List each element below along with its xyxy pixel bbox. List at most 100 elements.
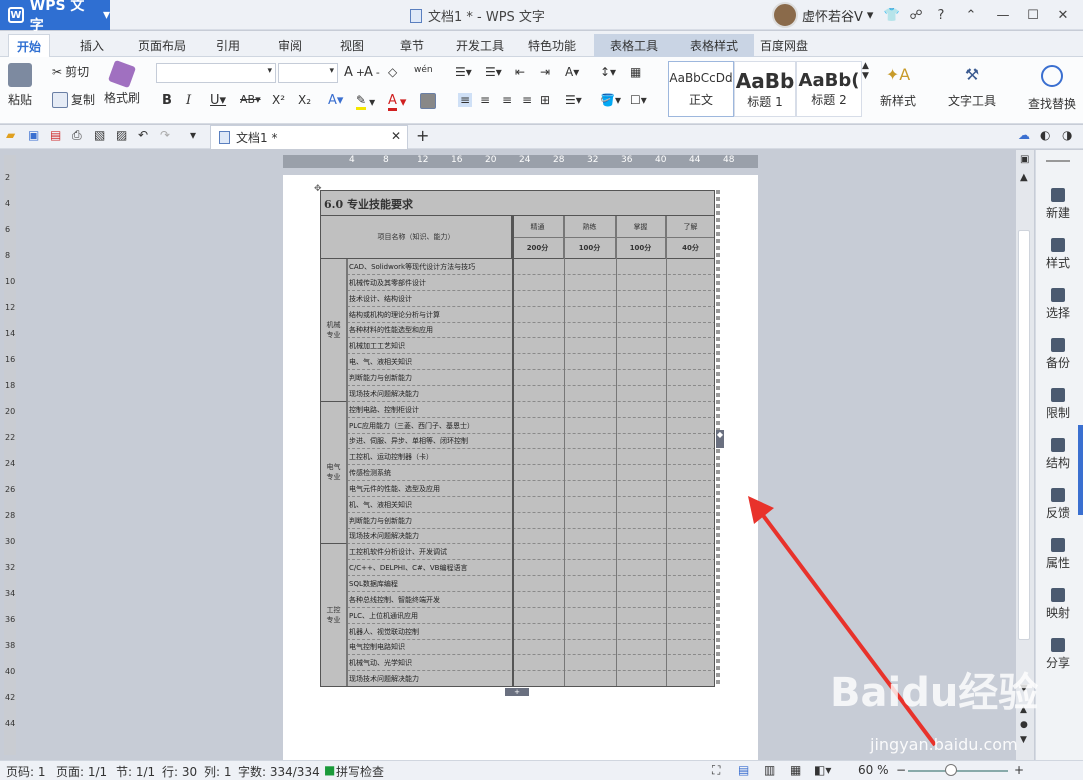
- sidebar-item-select[interactable]: 选择: [1036, 288, 1080, 321]
- print-icon[interactable]: ⎙: [72, 128, 82, 143]
- table-row[interactable]: 各种材料的性能选型和应用: [347, 322, 714, 339]
- table-row[interactable]: 步进、伺服、异步、单相等、闭环控制: [347, 433, 714, 450]
- scroll-thumb[interactable]: [1018, 230, 1030, 640]
- table-row[interactable]: 结构或机构的理论分析与计算: [347, 307, 714, 323]
- print-preview-icon[interactable]: ▧: [94, 128, 105, 142]
- clear-format-icon[interactable]: ◇: [388, 65, 397, 79]
- table-row[interactable]: 现场技术问题解决能力: [347, 671, 714, 686]
- close-icon[interactable]: ✕: [391, 129, 401, 143]
- table-row[interactable]: 工控机、运动控制器（卡）: [347, 449, 714, 466]
- more-icon[interactable]: ◑: [1062, 128, 1072, 142]
- table-row[interactable]: 技术设计、结构设计: [347, 291, 714, 307]
- style-heading-1[interactable]: AaBb 标题 1: [734, 61, 796, 117]
- align-center-button[interactable]: ≡: [480, 93, 490, 107]
- align-right-button[interactable]: ≡: [502, 93, 512, 107]
- next-page-icon[interactable]: ▼: [1020, 735, 1027, 745]
- preview-icon[interactable]: ▨: [116, 128, 127, 142]
- table-row[interactable]: 电气控制电路知识: [347, 639, 714, 656]
- format-painter-button[interactable]: 格式刷: [104, 59, 140, 106]
- table-row[interactable]: 机器人、视觉联动控制: [347, 624, 714, 640]
- char-scale-button[interactable]: A▾: [565, 65, 579, 79]
- page-view-icon[interactable]: ▤: [738, 763, 749, 777]
- phonetic-icon[interactable]: wén: [414, 65, 433, 75]
- table-row[interactable]: PLC、上位机通讯应用: [347, 608, 714, 624]
- tab-review[interactable]: 审阅: [270, 34, 310, 57]
- underline-button[interactable]: U▾: [210, 93, 226, 108]
- table-row[interactable]: 各种总线控制、智能终端开发: [347, 592, 714, 608]
- find-replace-button[interactable]: 查找替换: [1028, 65, 1076, 112]
- table-row[interactable]: 现场技术问题解决能力: [347, 528, 714, 545]
- zoom-level[interactable]: 60 %: [858, 763, 889, 777]
- sidebar-item-map[interactable]: 映射: [1036, 588, 1080, 621]
- zoom-slider-knob[interactable]: [945, 764, 957, 776]
- wps-menu-button[interactable]: W WPS 文字 ▾: [0, 0, 110, 34]
- status-word-count[interactable]: 字数: 334/334: [238, 763, 320, 780]
- sidebar-item-restrict[interactable]: 限制: [1036, 388, 1080, 421]
- table-row[interactable]: 判断能力与创新能力: [347, 370, 714, 386]
- table-row[interactable]: 判断能力与创新能力: [347, 513, 714, 529]
- table-row[interactable]: CAD、Solidwork等现代设计方法与技巧: [347, 259, 714, 275]
- table-row[interactable]: C/C++、DELPHI、C#、VB编程语言: [347, 560, 714, 577]
- zoom-in-icon[interactable]: +: [1014, 763, 1024, 777]
- help-button[interactable]: ?: [930, 4, 952, 26]
- table-row[interactable]: 机械传动及其零部件设计: [347, 275, 714, 291]
- style-scroll[interactable]: ▲ ▼: [862, 61, 869, 81]
- save-icon[interactable]: ▣: [28, 128, 39, 142]
- tab-developer[interactable]: 开发工具: [448, 34, 512, 57]
- tab-layout[interactable]: 页面布局: [130, 34, 194, 57]
- add-row-handle[interactable]: +: [505, 688, 529, 696]
- table-row[interactable]: 传感检测系统: [347, 465, 714, 482]
- grow-font-button[interactable]: A +: [344, 65, 365, 80]
- split-view-icon[interactable]: ▣: [1020, 154, 1029, 165]
- table-row[interactable]: 现场技术问题解决能力: [347, 386, 714, 402]
- skills-table[interactable]: 6.0 专业技能要求 项目名称（知识、能力） 精通 200分 熟练 100分 掌握 100…: [320, 190, 715, 687]
- outline-view-icon[interactable]: ▥: [764, 763, 775, 777]
- undo-icon[interactable]: ↶: [138, 128, 148, 142]
- tab-table-style[interactable]: 表格样式: [674, 34, 754, 57]
- paragraph-shading-button[interactable]: 🪣▾: [600, 93, 621, 107]
- tab-references[interactable]: 引用: [208, 34, 248, 57]
- minimize-button[interactable]: —: [992, 4, 1014, 26]
- line-spacing-button[interactable]: ☰▾: [565, 93, 582, 107]
- scroll-up-icon[interactable]: ▲: [1020, 172, 1028, 183]
- style-heading-2[interactable]: AaBb( 标题 2: [796, 61, 862, 117]
- status-page[interactable]: 页码: 1: [6, 763, 46, 780]
- cut-button[interactable]: ✂ 剪切: [52, 63, 89, 80]
- table-row[interactable]: SQL数据库编程: [347, 576, 714, 592]
- tab-view[interactable]: 视图: [332, 34, 372, 57]
- table-row[interactable]: 控制电路、控制柜设计: [347, 402, 714, 418]
- font-color-button[interactable]: A ▾: [388, 93, 406, 111]
- table-row[interactable]: 电、气、液相关知识: [347, 354, 714, 371]
- zoom-slider[interactable]: [908, 770, 1008, 772]
- sort-button[interactable]: ↕▾: [600, 65, 616, 79]
- sidebar-item-style[interactable]: 样式: [1036, 238, 1080, 271]
- text-effect-button[interactable]: A▾: [328, 93, 343, 108]
- border-button[interactable]: ☐▾: [630, 93, 647, 107]
- tab-baidu-disk[interactable]: 百度网盘: [752, 34, 816, 57]
- table-resize-handle[interactable]: ◆: [716, 430, 724, 448]
- sidebar-item-properties[interactable]: 属性: [1036, 538, 1080, 571]
- table-grid-icon[interactable]: ▦: [630, 65, 641, 79]
- shrink-font-button[interactable]: A-: [364, 65, 380, 80]
- open-folder-icon[interactable]: ▰: [6, 128, 15, 142]
- redo-icon[interactable]: ↷: [160, 128, 170, 142]
- tab-features[interactable]: 特色功能: [520, 34, 584, 57]
- outdent-button[interactable]: ⇤: [515, 65, 525, 79]
- justify-button[interactable]: ≡: [522, 93, 532, 107]
- char-shading-button[interactable]: [420, 93, 436, 109]
- sidebar-item-new[interactable]: 新建: [1036, 188, 1080, 221]
- cloud-icon[interactable]: ☁: [1018, 128, 1030, 142]
- tab-chapter[interactable]: 章节: [392, 34, 432, 57]
- tab-home[interactable]: 开始: [8, 34, 51, 58]
- table-row[interactable]: PLC应用能力（三菱、西门子、基恩士）: [347, 418, 714, 434]
- web-view-icon[interactable]: ▦: [790, 763, 801, 777]
- distribute-button[interactable]: ⊞: [540, 93, 550, 107]
- skin-icon[interactable]: 👕: [881, 4, 903, 26]
- indent-button[interactable]: ⇥: [540, 65, 550, 79]
- spell-check-label[interactable]: 拼写检查: [336, 763, 384, 780]
- bullets-button[interactable]: ☰▾: [455, 65, 472, 79]
- table-row[interactable]: 机械加工工艺知识: [347, 338, 714, 355]
- sidebar-grip-icon[interactable]: [1046, 160, 1070, 162]
- document-tab[interactable]: 文档1 * ✕: [210, 125, 408, 149]
- numbering-button[interactable]: ☰▾: [485, 65, 502, 79]
